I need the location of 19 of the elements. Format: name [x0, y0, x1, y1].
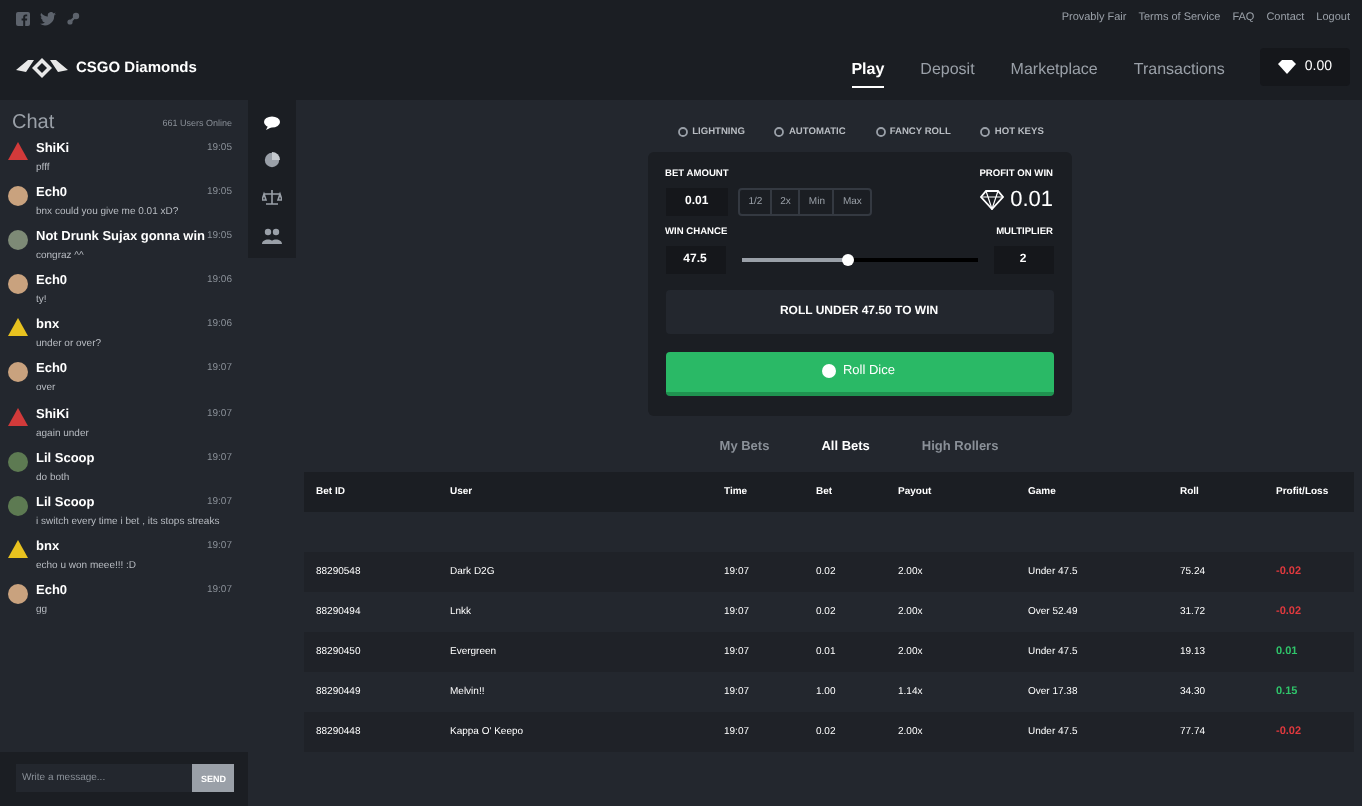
chat-bubbles-icon[interactable]	[263, 115, 281, 129]
circle-icon	[875, 126, 886, 138]
nav-tab[interactable]: Marketplace	[1010, 47, 1098, 87]
circle-icon	[774, 126, 785, 138]
profit-value: 0.01	[1010, 188, 1053, 212]
twitter-icon[interactable]	[40, 11, 56, 25]
circle-icon	[980, 126, 991, 138]
nav-tab[interactable]: Transactions	[1133, 47, 1225, 87]
chat-title: Chat	[12, 112, 55, 134]
nav-tab[interactable]: Deposit	[920, 47, 975, 87]
scales-icon[interactable]	[262, 189, 282, 205]
circle-icon	[678, 126, 689, 138]
users-icon[interactable]	[262, 227, 282, 243]
facebook-icon[interactable]	[16, 11, 30, 25]
diamond-icon	[1278, 60, 1297, 74]
nav-tab[interactable]: Play	[851, 47, 885, 87]
diamond-icon	[980, 190, 1005, 210]
diamonds-logo-icon[interactable]	[16, 57, 68, 77]
pie-chart-icon[interactable]	[264, 151, 280, 167]
